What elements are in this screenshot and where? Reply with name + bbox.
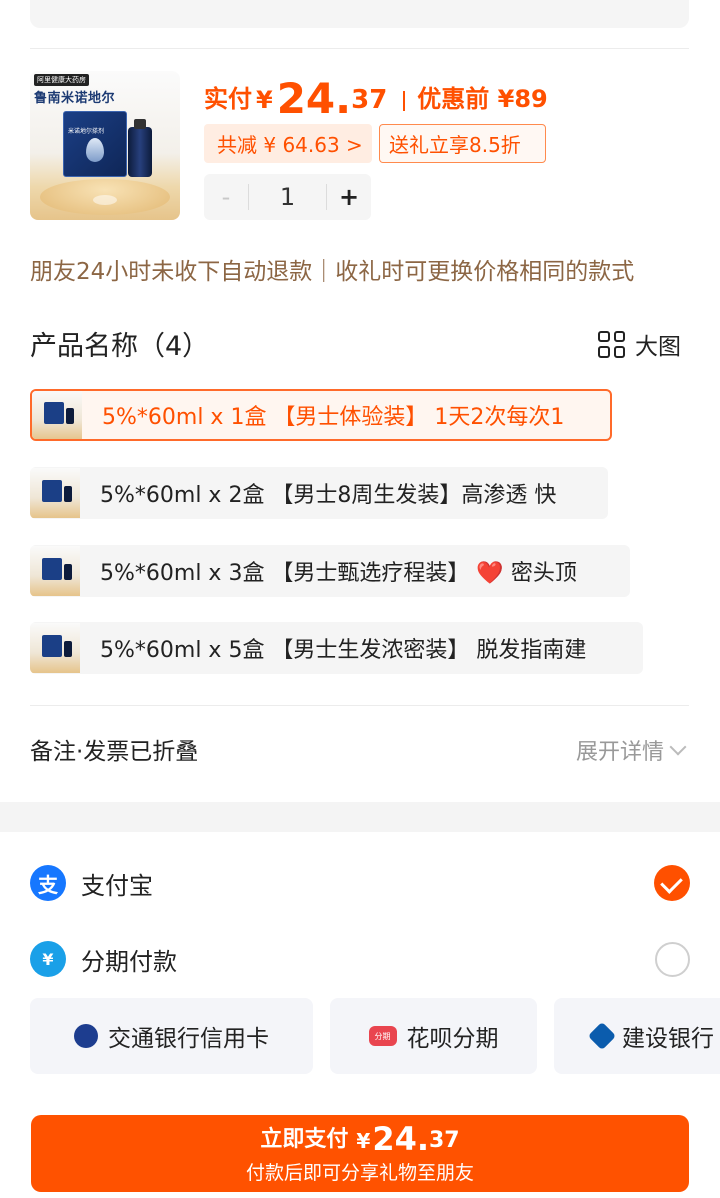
price-label: 实付 bbox=[204, 85, 252, 113]
big-view-label: 大图 bbox=[635, 334, 681, 360]
quantity-value[interactable]: 1 bbox=[249, 183, 326, 211]
selected-check-icon[interactable] bbox=[654, 865, 690, 901]
pay-now-currency: ¥ bbox=[356, 1129, 371, 1153]
payment-method-alipay[interactable]: 支 支付宝 bbox=[30, 860, 690, 906]
installment-icon: ¥ bbox=[30, 941, 66, 977]
remark-invoice-label: 备注·发票已折叠 bbox=[30, 739, 199, 765]
price-decimal: 37 bbox=[351, 85, 388, 115]
price-line: 实付 ¥ 24. 37 优惠前 ¥89 bbox=[204, 71, 548, 121]
pay-now-sub-label: 付款后即可分享礼物至朋友 bbox=[245, 1162, 474, 1184]
option-label: 5%*60ml x 1盒 【男士体验装】 1天2次每次1 bbox=[102, 405, 565, 430]
bank-option-ccb[interactable]: 建设银行 bbox=[554, 998, 720, 1074]
option-thumbnail bbox=[32, 391, 82, 439]
price-currency: ¥ bbox=[256, 86, 273, 114]
option-thumbnail bbox=[30, 468, 80, 518]
option-label: 5%*60ml x 2盒 【男士8周生发装】高渗透 快 bbox=[100, 483, 557, 508]
payment-method-label: 支付宝 bbox=[81, 871, 153, 900]
expand-details-label: 展开详情 bbox=[575, 740, 664, 765]
original-price: 优惠前 ¥89 bbox=[417, 85, 548, 113]
price-separator bbox=[403, 91, 406, 111]
pay-now-amount-dec: 37 bbox=[429, 1128, 460, 1153]
option-thumbnail bbox=[30, 546, 80, 596]
ccb-icon bbox=[587, 1021, 617, 1051]
bank-label: 花呗分期 bbox=[406, 1026, 499, 1052]
bank-option-bocom[interactable]: 交通银行信用卡 bbox=[30, 998, 313, 1074]
option-item[interactable]: 5%*60ml x 1盒 【男士体验装】 1天2次每次1 bbox=[30, 389, 612, 441]
heart-mark-icon bbox=[93, 195, 117, 205]
product-box: 米诺地尔搽剂 bbox=[63, 111, 127, 177]
pay-now-amount-int: 24. bbox=[372, 1120, 429, 1158]
option-thumbnail bbox=[30, 623, 80, 673]
section-separator bbox=[0, 802, 720, 832]
radio-unchecked[interactable] bbox=[655, 941, 690, 977]
pay-now-button[interactable]: 立即支付 ¥ 24. 37 付款后即可分享礼物至朋友 bbox=[31, 1115, 689, 1192]
pay-now-label: 立即支付 bbox=[260, 1127, 349, 1152]
alipay-icon: 支 bbox=[30, 865, 66, 901]
bank-option-huabei[interactable]: 分期 花呗分期 bbox=[330, 998, 537, 1074]
drop-icon bbox=[86, 138, 104, 162]
huabei-icon: 分期 bbox=[368, 1026, 397, 1046]
previous-card bbox=[30, 0, 689, 28]
gift-discount-tag: 送礼立享8.5折 bbox=[379, 124, 546, 163]
options-title: 产品名称（4） bbox=[30, 331, 210, 362]
product-image[interactable]: 阿里健康大药房 鲁南米诺地尔 米诺地尔搽剂 bbox=[30, 71, 180, 220]
bottle-icon bbox=[128, 119, 152, 177]
pay-now-main: 立即支付 ¥ 24. 37 bbox=[31, 1121, 689, 1156]
option-item[interactable]: 5%*60ml x 3盒 【男士甄选疗程装】 ❤️ 密头顶 bbox=[30, 545, 630, 597]
store-tag: 阿里健康大药房 bbox=[34, 74, 89, 86]
bank-label: 建设银行 bbox=[622, 1026, 714, 1052]
option-label: 5%*60ml x 3盒 【男士甄选疗程装】 ❤️ 密头顶 bbox=[100, 561, 577, 586]
option-item[interactable]: 5%*60ml x 5盒 【男士生发浓密装】 脱发指南建 bbox=[30, 622, 643, 674]
quantity-stepper: - 1 + bbox=[204, 174, 371, 220]
payment-method-installment[interactable]: ¥ 分期付款 bbox=[30, 936, 690, 982]
bank-label: 交通银行信用卡 bbox=[108, 1026, 269, 1052]
decrease-button[interactable]: - bbox=[204, 183, 248, 211]
product-box-label: 米诺地尔搽剂 bbox=[68, 128, 105, 135]
bocom-icon bbox=[74, 1024, 98, 1048]
divider bbox=[30, 705, 689, 706]
expand-details-button[interactable]: 展开详情 bbox=[575, 734, 687, 766]
price-integer: 24. bbox=[276, 74, 352, 123]
chevron-down-icon bbox=[669, 738, 687, 756]
divider bbox=[30, 48, 689, 49]
big-view-toggle[interactable]: 大图 bbox=[598, 327, 681, 361]
increase-button[interactable]: + bbox=[327, 183, 371, 211]
payment-method-label: 分期付款 bbox=[81, 947, 177, 976]
option-label: 5%*60ml x 5盒 【男士生发浓密装】 脱发指南建 bbox=[100, 638, 587, 663]
refund-notice: 朋友24小时未收下自动退款｜收礼时可更换价格相同的款式 bbox=[30, 259, 635, 285]
option-item[interactable]: 5%*60ml x 2盒 【男士8周生发装】高渗透 快 bbox=[30, 467, 608, 519]
product-brand: 鲁南米诺地尔 bbox=[34, 91, 116, 106]
grid-icon bbox=[598, 330, 625, 358]
discount-tag[interactable]: 共减 ¥ 64.63 > bbox=[204, 124, 372, 163]
